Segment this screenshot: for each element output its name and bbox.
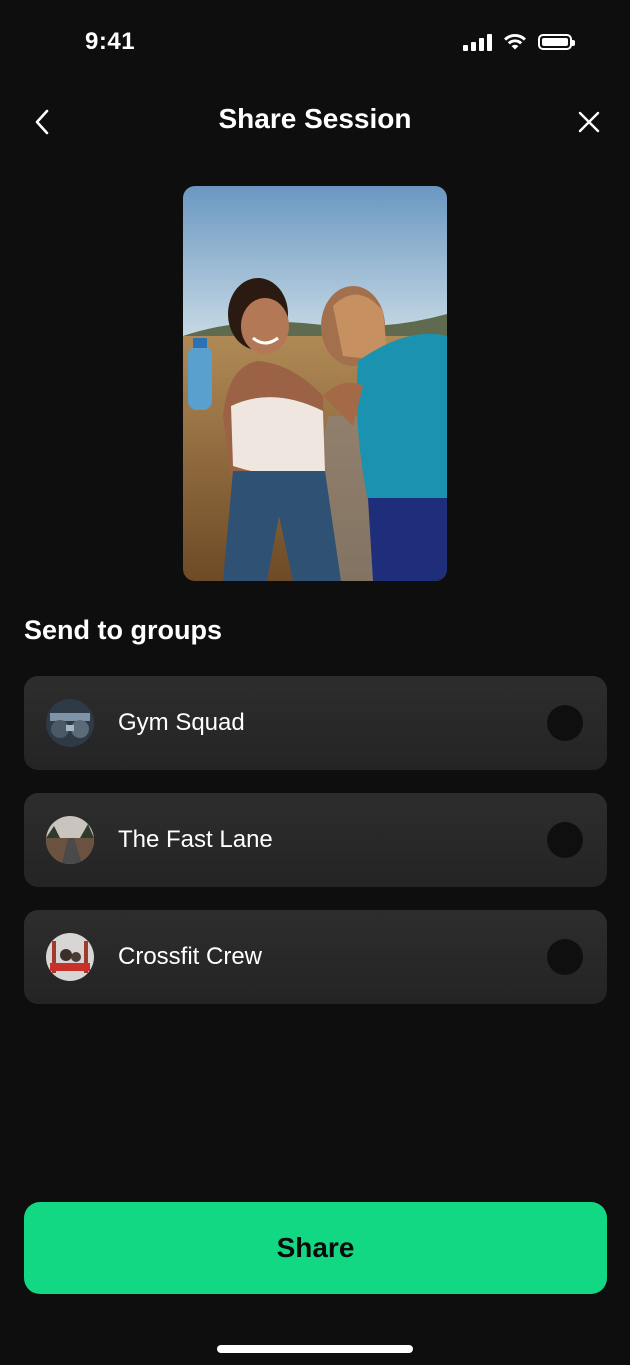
status-time: 9:41	[85, 28, 136, 55]
group-select-radio[interactable]	[547, 705, 583, 741]
status-icons	[463, 33, 575, 51]
group-row-the-fast-lane[interactable]: The Fast Lane	[24, 793, 607, 887]
group-avatar-crossfit	[46, 933, 94, 981]
group-list: Gym Squad The Fast Lane Crossfit Crew	[24, 676, 607, 1027]
section-title: Send to groups	[24, 615, 222, 645]
signal-icon	[463, 33, 492, 51]
home-indicator	[217, 1345, 413, 1353]
group-row-gym-squad[interactable]: Gym Squad	[24, 676, 607, 770]
page-title: Share Session	[218, 103, 412, 134]
group-name: Crossfit Crew	[118, 943, 263, 970]
group-select-radio[interactable]	[547, 939, 583, 975]
group-select-radio[interactable]	[547, 822, 583, 858]
session-photo-image	[183, 186, 447, 581]
group-name: Gym Squad	[118, 709, 245, 736]
group-avatar-gym	[46, 699, 94, 747]
share-button[interactable]: Share	[24, 1202, 607, 1294]
battery-icon	[538, 34, 575, 50]
group-name: The Fast Lane	[118, 826, 273, 853]
close-icon	[578, 111, 600, 133]
close-button[interactable]	[574, 104, 604, 140]
wifi-icon	[504, 33, 526, 50]
session-photo	[183, 186, 447, 581]
group-row-crossfit-crew[interactable]: Crossfit Crew	[24, 910, 607, 1004]
group-avatar-road	[46, 816, 94, 864]
